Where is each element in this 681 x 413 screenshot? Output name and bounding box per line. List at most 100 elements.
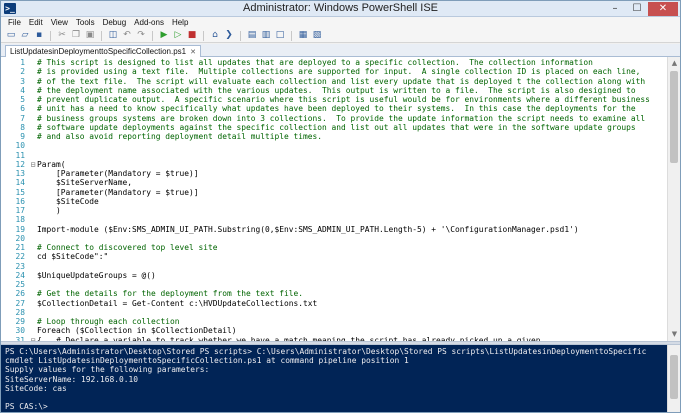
line-number: 12 xyxy=(15,159,25,169)
line-number: 16 xyxy=(15,196,25,206)
line-number: 5 xyxy=(20,95,25,104)
redo-icon[interactable]: ↷ xyxy=(135,30,147,41)
fold-toggle-icon[interactable]: ⊟ xyxy=(29,160,37,169)
code-line: 16 $SiteCode xyxy=(1,197,667,206)
code-line: 26 # Get the details for the deployment f… xyxy=(1,289,667,298)
code-line: 6 # unit has a need to know specifically … xyxy=(1,104,667,113)
line-number: 1 xyxy=(20,58,25,67)
menu-file[interactable]: File xyxy=(4,17,25,29)
code-line: 18 xyxy=(1,215,667,224)
remote-powershell-icon[interactable]: ⌂ xyxy=(209,30,221,41)
minimize-button[interactable]: – xyxy=(604,2,626,16)
window-controls: – ☐ ✕ xyxy=(604,2,678,16)
layout-top-icon[interactable]: ▤ xyxy=(246,30,258,41)
code-line: 19 Import-module ($Env:SMS_ADMIN_UI_PATH.… xyxy=(1,225,667,234)
code-text: # prevent duplicate output. A specific s… xyxy=(37,95,650,104)
layout-max-icon[interactable]: □ xyxy=(274,30,286,41)
console-line: SiteServerName: 192.168.0.10 xyxy=(5,374,139,384)
toolbar-separator xyxy=(291,30,292,41)
code-line: 5 # prevent duplicate output. A specific … xyxy=(1,95,667,104)
toolbar-separator xyxy=(152,30,153,41)
line-number: 19 xyxy=(15,224,25,234)
console-scrollbar[interactable] xyxy=(667,345,680,412)
run-selection-icon[interactable]: ▷ xyxy=(172,30,184,41)
code-text: $SiteCode xyxy=(37,196,99,206)
stop-icon[interactable]: ■ xyxy=(186,30,198,41)
code-text: $UniqueUpdateGroups = @() xyxy=(37,270,156,280)
window-title: Administrator: Windows PowerShell ISE xyxy=(242,2,438,14)
code-line: 1 # This script is designed to list all u… xyxy=(1,58,667,67)
line-number: 4 xyxy=(20,85,25,95)
code-text: ) xyxy=(37,206,61,215)
start-powershell-icon[interactable]: ❯ xyxy=(223,30,235,41)
code-line: 21 # Connect to discovered top level site xyxy=(1,243,667,252)
show-addon-icon[interactable]: ▧ xyxy=(311,30,323,41)
code-line: 7 # business groups systems are broken do… xyxy=(1,114,667,123)
new-file-icon[interactable]: ▭ xyxy=(5,30,17,41)
console-output: PS C:\Users\Administrator\Desktop\Stored… xyxy=(5,347,667,411)
script-editor[interactable]: 1 # This script is designed to list all u… xyxy=(1,57,667,341)
code-text: Foreach ($Collection in $CollectionDetai… xyxy=(37,326,237,336)
code-text: [Parameter(Mandatory = $true)] xyxy=(37,187,199,197)
show-commands-icon[interactable]: ▦ xyxy=(297,30,309,41)
line-number: 22 xyxy=(15,252,25,262)
code-line: 20 xyxy=(1,234,667,243)
cut-icon[interactable]: ✂ xyxy=(56,30,68,41)
paste-icon[interactable]: ▣ xyxy=(84,30,96,41)
code-text: # the deployment name associated with th… xyxy=(37,85,636,95)
editor-scroll-thumb[interactable] xyxy=(670,71,678,163)
undo-icon[interactable]: ↶ xyxy=(121,30,133,41)
line-number: 30 xyxy=(15,326,25,336)
menu-tools[interactable]: Tools xyxy=(72,17,99,29)
menu-help[interactable]: Help xyxy=(168,17,192,29)
open-file-icon[interactable]: ▱ xyxy=(19,30,31,41)
menu-debug[interactable]: Debug xyxy=(99,17,131,29)
code-line: 23 xyxy=(1,262,667,271)
line-number: 26 xyxy=(15,289,25,299)
code-line: 22 cd $SiteCode":" xyxy=(1,252,667,261)
line-number: 29 xyxy=(15,317,25,326)
line-number: 25 xyxy=(15,280,25,289)
save-icon[interactable]: ▪ xyxy=(33,30,45,41)
menu-view[interactable]: View xyxy=(47,17,72,29)
console-line: PS C:\Users\Administrator\Desktop\Stored… xyxy=(5,347,647,356)
line-number: 23 xyxy=(15,261,25,271)
toolbar-separator xyxy=(50,30,51,41)
clear-console-icon[interactable]: ◫ xyxy=(107,30,119,41)
line-number: 9 xyxy=(20,132,25,141)
title-bar[interactable]: >_ Administrator: Windows PowerShell ISE… xyxy=(1,1,680,17)
maximize-button[interactable]: ☐ xyxy=(626,2,648,16)
close-tab-icon[interactable]: ✕ xyxy=(190,48,196,56)
line-number: 10 xyxy=(15,141,25,151)
scroll-down-icon[interactable]: ▼ xyxy=(670,329,679,339)
close-button[interactable]: ✕ xyxy=(648,2,678,16)
code-line: 27 $CollectionDetail = Get-Content c:\HVD… xyxy=(1,299,667,308)
code-lines: 1 # This script is designed to list all u… xyxy=(1,57,667,341)
code-text: # of the text file. The script will eval… xyxy=(37,76,646,86)
line-number: 14 xyxy=(15,178,25,188)
code-text: $SiteServerName, xyxy=(37,178,133,188)
run-script-icon[interactable]: ▶ xyxy=(158,30,170,41)
line-number: 15 xyxy=(15,187,25,197)
menu-edit[interactable]: Edit xyxy=(25,17,47,29)
code-line: 25 xyxy=(1,280,667,289)
code-text: # is provided using a text file. Multipl… xyxy=(37,67,641,77)
copy-icon[interactable]: ❐ xyxy=(70,30,82,41)
console-pane[interactable]: PS C:\Users\Administrator\Desktop\Stored… xyxy=(1,345,667,412)
console-line: SiteCode: cas xyxy=(5,383,67,393)
console-line: PS CAS:\> xyxy=(5,402,48,412)
menu-add-ons[interactable]: Add-ons xyxy=(130,17,168,29)
script-tab[interactable]: ListUpdatesinDeploymenttoSpecificCollect… xyxy=(5,45,201,57)
code-line: 4 # the deployment name associated with t… xyxy=(1,86,667,95)
code-text: # unit has a need to know specifically w… xyxy=(37,104,636,114)
console-scroll-thumb[interactable] xyxy=(670,355,678,399)
layout-right-icon[interactable]: ▥ xyxy=(260,30,272,41)
editor-scrollbar[interactable]: ▲ ▼ xyxy=(667,57,680,341)
line-number: 24 xyxy=(15,270,25,280)
menu-bar: File Edit View Tools Debug Add-ons Help xyxy=(1,17,680,29)
code-text: [Parameter(Mandatory = $true)] xyxy=(37,169,199,178)
code-line: 11 xyxy=(1,151,667,160)
line-number: 17 xyxy=(15,206,25,215)
scroll-up-icon[interactable]: ▲ xyxy=(670,58,679,68)
